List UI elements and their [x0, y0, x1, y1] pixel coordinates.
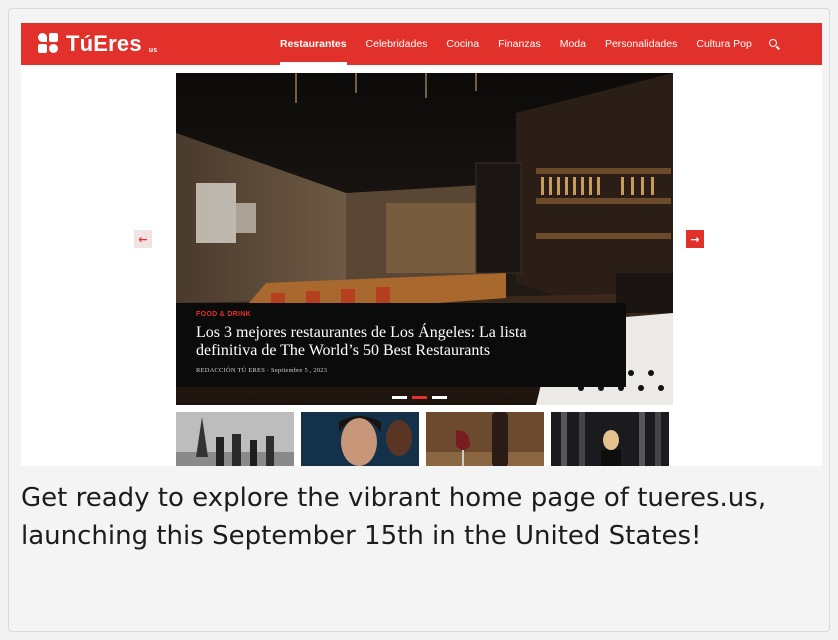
site-logo[interactable]: TúEres us — [38, 30, 157, 58]
carousel-next-button[interactable]: → — [686, 230, 704, 248]
celebrities-thumbnail[interactable] — [301, 412, 419, 466]
wine-thumbnail[interactable] — [426, 412, 544, 466]
article-title[interactable]: Los 3 mejores restaurantes de Los Ángele… — [196, 324, 606, 360]
nav-item-celebridades[interactable]: Celebridades — [366, 23, 428, 65]
article-category[interactable]: FOOD & DRINK — [196, 311, 606, 318]
carousel-indicators — [392, 396, 447, 399]
carousel-dot[interactable] — [392, 396, 407, 399]
arrow-right-icon: → — [690, 232, 700, 246]
logo-text: TúEres — [66, 31, 142, 56]
nav-item-finanzas[interactable]: Finanzas — [498, 23, 541, 65]
nav-item-restaurantes[interactable]: Restaurantes — [280, 23, 347, 65]
carousel-dot-active[interactable] — [412, 396, 427, 399]
bar-interior-thumbnail[interactable] — [551, 412, 669, 466]
article-title-line: Los 3 mejores restaurantes de Los Ángele… — [196, 324, 527, 341]
nav-item-moda[interactable]: Moda — [560, 23, 586, 65]
nav-item-personalidades[interactable]: Personalidades — [605, 23, 677, 65]
carousel-dot[interactable] — [432, 396, 447, 399]
nav-item-cultura-pop[interactable]: Cultura Pop — [696, 23, 751, 65]
article-title-line: definitiva de The World’s 50 Best Restau… — [196, 342, 491, 359]
thumbnail-strip — [176, 412, 669, 466]
logo-icon — [38, 33, 60, 55]
eiffel-tower-thumbnail[interactable] — [176, 412, 294, 466]
search-icon[interactable] — [769, 39, 777, 47]
arrow-left-icon: ← — [138, 232, 148, 246]
post-caption: Get ready to explore the vibrant home pa… — [21, 483, 767, 551]
hero-carousel[interactable]: FOOD & DRINK Los 3 mejores restaurantes … — [176, 73, 673, 405]
site-header: TúEres us Restaurantes Celebridades Coci… — [21, 23, 822, 65]
article-meta: REDACCIÓN TÚ ERES · Septiembre 5 , 2023 — [196, 367, 328, 374]
website-screenshot: TúEres us Restaurantes Celebridades Coci… — [21, 23, 822, 466]
hero-caption[interactable]: FOOD & DRINK Los 3 mejores restaurantes … — [176, 303, 626, 387]
main-nav: Restaurantes Celebridades Cocina Finanza… — [280, 23, 771, 65]
logo-suffix: us — [148, 46, 158, 54]
carousel-prev-button[interactable]: ← — [134, 230, 152, 248]
nav-item-cocina[interactable]: Cocina — [446, 23, 479, 65]
